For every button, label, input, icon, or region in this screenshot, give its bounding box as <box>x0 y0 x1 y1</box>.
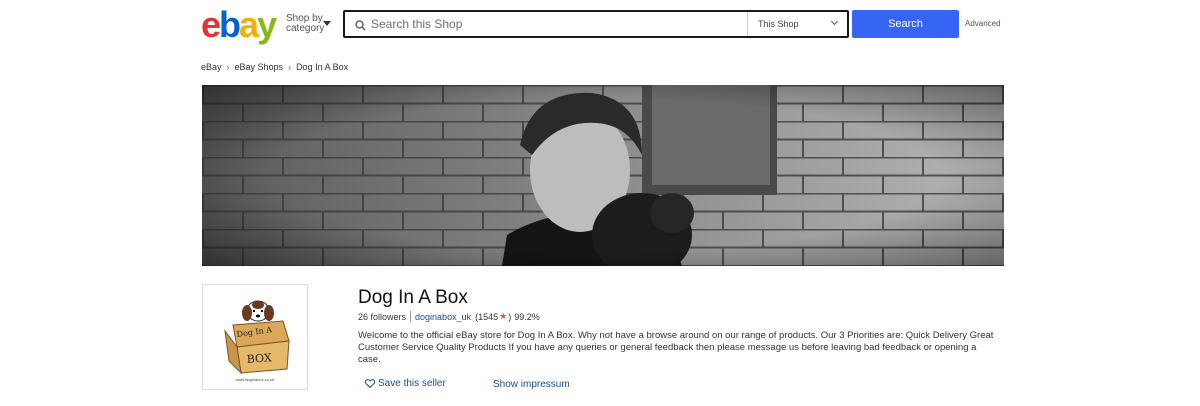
logo-letter-e: e <box>201 4 221 45</box>
feedback-count: (1545 <box>475 311 499 322</box>
search-button[interactable]: Search <box>852 10 959 38</box>
search-input[interactable] <box>371 14 741 34</box>
logo-text-box: BOX <box>246 351 272 366</box>
search-bar: This Shop <box>343 10 849 38</box>
star-icon: ★ <box>499 311 508 321</box>
store-logo: Dog In A BOX www.doginabox.co.uk <box>202 284 308 390</box>
show-impressum-link[interactable]: Show impressum <box>493 379 570 390</box>
breadcrumb: eBay › eBay Shops › Dog In A Box <box>201 62 348 72</box>
save-seller-label: Save this seller <box>378 378 446 389</box>
logo-letter-y: y <box>257 4 277 45</box>
logo-letter-b: b <box>219 4 241 45</box>
chevron-right-icon: › <box>288 62 292 72</box>
store-name: Dog In A Box <box>358 287 468 308</box>
store-meta: 26 followers doginabox_uk (1545 ★) 99.2% <box>358 311 540 322</box>
chevron-down-icon <box>830 17 839 26</box>
heart-icon <box>365 379 375 388</box>
breadcrumb-item-current: Dog In A Box <box>296 62 349 72</box>
feedback-count-close: ) <box>508 311 512 322</box>
breadcrumb-item-ebay-shops[interactable]: eBay Shops <box>235 62 284 72</box>
ebay-logo[interactable]: ebay <box>201 6 281 44</box>
meta-divider <box>410 311 412 322</box>
store-description: Welcome to the official eBay store for D… <box>358 330 994 365</box>
advanced-search-link[interactable]: Advanced <box>965 19 1001 28</box>
feedback-percent: 99.2% <box>514 311 540 322</box>
seller-id-link[interactable]: doginabox_uk <box>415 312 471 322</box>
store-banner-image <box>202 85 1004 266</box>
save-seller-button[interactable]: Save this seller <box>365 378 446 389</box>
chevron-right-icon: › <box>226 62 230 72</box>
breadcrumb-item-ebay[interactable]: eBay <box>201 62 222 72</box>
dog-in-box-logo-image: Dog In A BOX www.doginabox.co.uk <box>224 300 290 382</box>
banner-photo <box>202 85 1004 266</box>
search-icon <box>355 18 366 36</box>
logo-letter-a: a <box>239 4 259 45</box>
shop-by-category-button[interactable]: Shop by category <box>286 14 331 34</box>
search-scope-select[interactable]: This Shop <box>747 12 849 36</box>
search-scope-value: This Shop <box>758 19 799 29</box>
logo-url-text: www.doginabox.co.uk <box>236 377 275 382</box>
caret-down-icon <box>323 21 331 26</box>
followers-count: 26 followers <box>358 311 407 322</box>
category-label: category <box>286 23 325 34</box>
